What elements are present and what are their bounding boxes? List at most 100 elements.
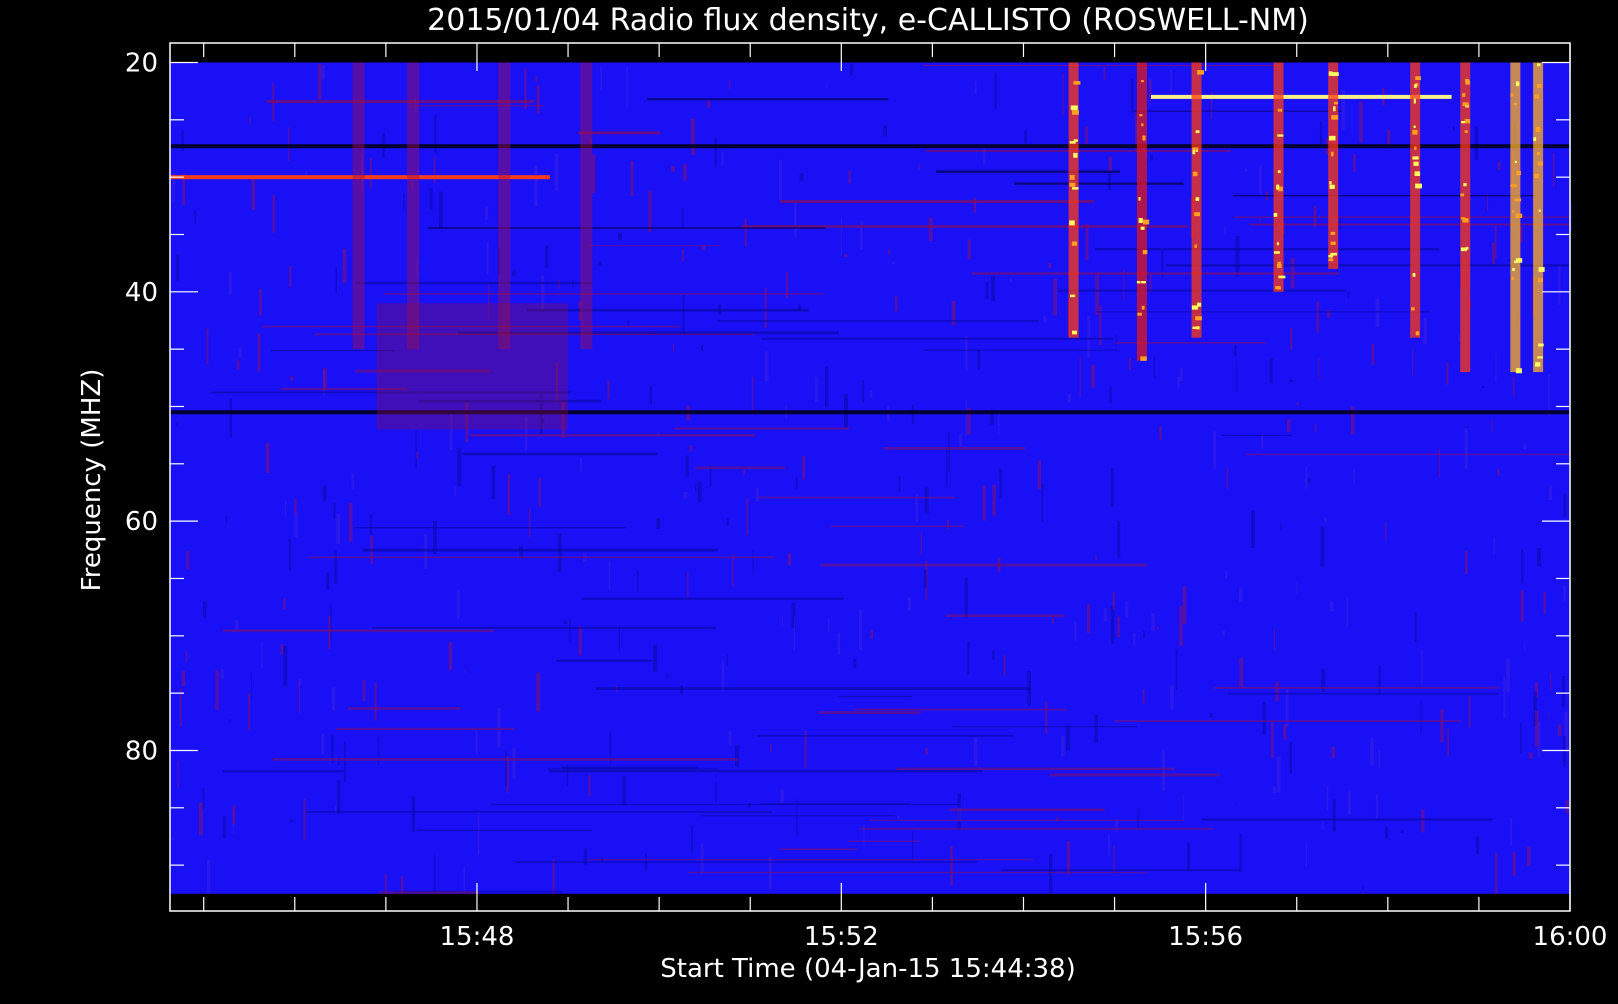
burst-column bbox=[1410, 62, 1421, 338]
noise-streak bbox=[1175, 650, 1178, 690]
noise-streak bbox=[925, 748, 928, 755]
noise-line bbox=[869, 819, 1184, 821]
noise-streak bbox=[1159, 426, 1162, 440]
noise-streak bbox=[1318, 357, 1320, 381]
noise-streak bbox=[928, 217, 933, 242]
noise-line bbox=[1213, 686, 1500, 689]
y-tick-label: 20 bbox=[125, 48, 158, 78]
noise-streak bbox=[1316, 301, 1320, 333]
noise-streak bbox=[862, 380, 865, 403]
noise-streak bbox=[802, 456, 806, 480]
noise-streak bbox=[1346, 598, 1349, 627]
burst-speck bbox=[1533, 173, 1539, 179]
noise-line bbox=[848, 840, 921, 842]
burst-speck bbox=[1512, 210, 1515, 213]
noise-streak bbox=[1149, 273, 1152, 292]
noise-streak bbox=[683, 163, 687, 181]
burst-speck bbox=[1537, 161, 1544, 166]
noise-streak bbox=[1222, 630, 1225, 636]
noise-streak bbox=[891, 261, 896, 264]
noise-line bbox=[818, 711, 921, 715]
noise-streak bbox=[362, 680, 366, 701]
noise-streak bbox=[1495, 852, 1498, 894]
burst-speck bbox=[1535, 127, 1541, 132]
noise-streak bbox=[176, 254, 180, 281]
burst-speck bbox=[1195, 149, 1198, 152]
noise-streak bbox=[1095, 555, 1097, 561]
noise-line bbox=[1058, 289, 1346, 292]
noise-streak bbox=[1142, 688, 1145, 704]
noise-streak bbox=[1085, 223, 1089, 261]
noise-streak bbox=[265, 443, 270, 473]
noise-streak bbox=[1269, 358, 1273, 384]
noise-streak bbox=[870, 390, 873, 399]
noise-streak bbox=[261, 641, 263, 669]
noise-streak bbox=[228, 272, 233, 295]
burst-speck bbox=[1414, 171, 1421, 176]
noise-streak bbox=[985, 281, 989, 300]
noise-streak bbox=[911, 404, 915, 425]
spectrogram-background bbox=[170, 62, 1570, 894]
burst-speck bbox=[1192, 171, 1198, 177]
noise-line bbox=[305, 810, 772, 813]
noise-streak bbox=[1272, 786, 1277, 794]
noise-streak bbox=[883, 125, 888, 137]
noise-line bbox=[923, 349, 1119, 351]
noise-streak bbox=[1239, 658, 1244, 687]
noise-line bbox=[223, 629, 494, 633]
noise-streak bbox=[290, 376, 294, 381]
burst-speck bbox=[1533, 137, 1537, 141]
burst-speck bbox=[1415, 183, 1422, 189]
noise-streak bbox=[946, 447, 948, 487]
noise-streak bbox=[731, 554, 734, 587]
noise-streak bbox=[1305, 842, 1308, 867]
noise-streak bbox=[433, 855, 436, 894]
burst-speck bbox=[1514, 160, 1518, 163]
noise-streak bbox=[1375, 794, 1379, 820]
noise-line bbox=[408, 105, 544, 107]
noise-streak bbox=[781, 615, 784, 627]
noise-streak bbox=[248, 693, 251, 731]
noise-streak bbox=[337, 780, 341, 814]
noise-line bbox=[595, 687, 1031, 690]
noise-streak bbox=[283, 645, 288, 687]
noise-streak bbox=[506, 756, 509, 793]
burst-speck bbox=[1141, 80, 1144, 83]
noise-streak bbox=[232, 805, 236, 825]
noise-streak bbox=[343, 741, 346, 783]
noise-streak bbox=[1117, 520, 1121, 559]
noise-streak bbox=[454, 485, 456, 496]
noise-streak bbox=[251, 177, 255, 210]
noise-streak bbox=[973, 738, 978, 767]
noise-streak bbox=[186, 550, 190, 570]
noise-streak bbox=[1003, 654, 1006, 676]
noise-streak bbox=[964, 578, 968, 618]
noise-streak bbox=[1468, 695, 1471, 728]
noise-streak bbox=[333, 503, 336, 519]
noise-streak bbox=[1235, 360, 1237, 393]
noise-streak bbox=[622, 775, 626, 806]
noise-streak bbox=[342, 249, 347, 284]
noise-streak bbox=[321, 65, 326, 80]
noise-streak bbox=[1378, 750, 1381, 769]
noise-streak bbox=[289, 819, 293, 823]
noise-streak bbox=[321, 734, 325, 755]
noise-streak bbox=[1044, 701, 1048, 734]
noise-line bbox=[1049, 773, 1220, 777]
noise-streak bbox=[946, 519, 949, 530]
noise-streak bbox=[1103, 67, 1106, 81]
weak-burst-column bbox=[352, 62, 365, 350]
noise-streak bbox=[991, 275, 996, 301]
noise-streak bbox=[682, 294, 685, 334]
noise-streak bbox=[752, 550, 754, 573]
noise-streak bbox=[1495, 352, 1497, 382]
burst-speck bbox=[1070, 294, 1076, 298]
burst-speck bbox=[1142, 219, 1150, 225]
noise-streak bbox=[578, 626, 582, 656]
noise-streak bbox=[726, 654, 728, 666]
noise-streak bbox=[484, 206, 489, 220]
burst-speck bbox=[1273, 213, 1278, 217]
noise-streak bbox=[671, 166, 675, 172]
noise-streak bbox=[951, 301, 956, 326]
noise-streak bbox=[1547, 374, 1550, 417]
